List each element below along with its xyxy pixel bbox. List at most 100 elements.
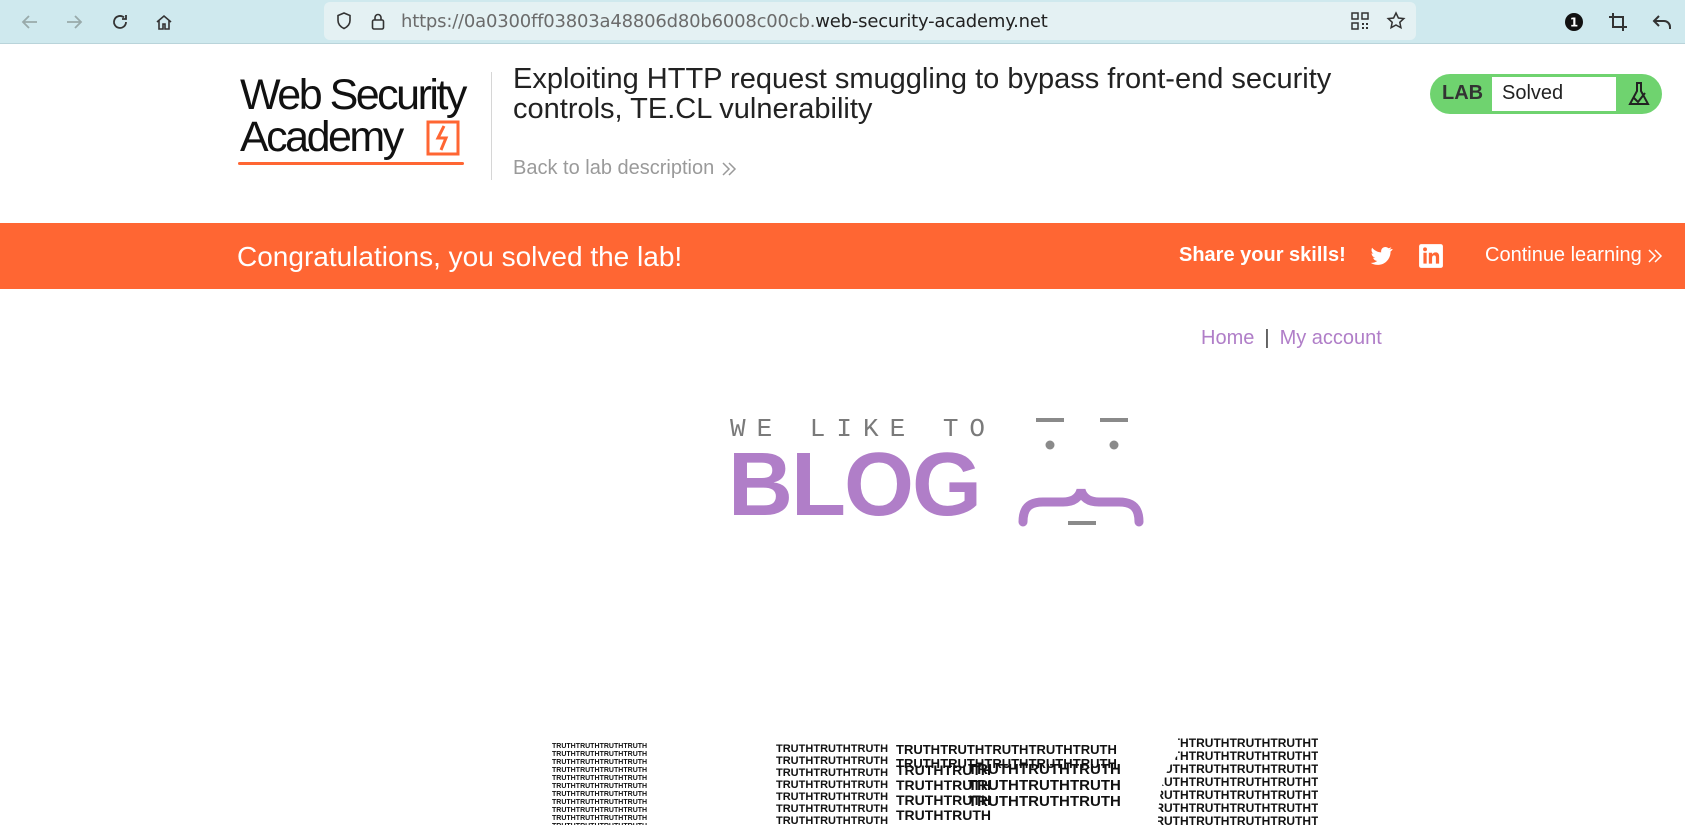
lab-title: Exploiting HTTP request smuggling to byp… (513, 63, 1332, 125)
truth-word: TRUTH (1270, 762, 1311, 776)
truth-word: TRUTH (851, 779, 888, 791)
truth-word: TRUTH (776, 767, 813, 779)
truth-word: TRUTH (851, 767, 888, 779)
truth-word: TRUTH (896, 742, 940, 757)
lab-status-value: Solved (1502, 82, 1564, 104)
truth-word: TRUTH (576, 759, 600, 766)
truth-word: TRUTH (600, 799, 624, 806)
truth-word: TRUTH (576, 815, 600, 822)
academy-flame-icon (426, 120, 460, 156)
truth-word: TRUTH (813, 743, 850, 755)
truth-word: TRUTH (1270, 814, 1311, 825)
extension-badge-icon[interactable]: 1 (1560, 8, 1588, 36)
truth-word: TRUTH (600, 791, 624, 798)
notification-count: 1 (1570, 16, 1578, 30)
truth-word: TRUTH (552, 791, 576, 798)
flask-icon (1628, 82, 1650, 105)
truth-word: TRUTH (1189, 788, 1230, 802)
truth-word: TRUTH (1270, 736, 1311, 750)
forward-arrow-icon[interactable] (60, 8, 88, 36)
truth-word: TRUTH (851, 815, 888, 825)
double-chevron-right-icon (722, 161, 737, 176)
truth-word: TRUTH (576, 791, 600, 798)
truth-word: TRUTH (623, 759, 647, 766)
truth-word: TRUTH (851, 755, 888, 767)
truth-word: TRUTH (600, 807, 624, 814)
truth-word: TRUTH (1270, 788, 1311, 802)
home-link[interactable]: Home (1201, 327, 1254, 349)
truth-word: TRUTH (576, 775, 600, 782)
truth-word: TRUTH (813, 779, 850, 791)
lab-tag: LAB (1442, 82, 1484, 104)
truth-word: TRUTH (600, 815, 624, 822)
home-icon[interactable] (150, 8, 178, 36)
twitter-icon[interactable] (1368, 243, 1394, 269)
truth-word: TRUTH (552, 751, 576, 758)
blog-post-image[interactable]: TRUTH TRUTH TRUTH TRUTH TRUTH TRUTH TRUTH TRUTH… (548, 735, 1338, 825)
truth-word: TRUTH (1189, 775, 1230, 789)
blog-wordmark: BLOG (728, 435, 982, 535)
bookmark-star-icon[interactable] (1386, 11, 1406, 31)
truth-word: TRUTH (1230, 762, 1271, 776)
truth-word: TRUTH (623, 743, 647, 750)
qr-code-icon[interactable] (1350, 11, 1370, 31)
truth-word: TRUTH (576, 743, 600, 750)
truth-word: TRUTH (576, 783, 600, 790)
truth-word: TRUTH (623, 791, 647, 798)
lab-header: Web Security Academy Exploiting HTTP req… (0, 44, 1685, 223)
linkedin-icon[interactable] (1418, 243, 1444, 269)
address-bar[interactable]: https://0a0300ff03803a48806d80b6008c00cb… (324, 2, 1416, 40)
truth-word: TRUTH (1070, 793, 1121, 810)
shield-icon[interactable] (334, 11, 354, 31)
truth-word: TRUTH (1230, 775, 1271, 789)
truth-word: TRUTH (1073, 742, 1117, 757)
back-arrow-icon[interactable] (16, 8, 44, 36)
continue-learning-link[interactable]: Continue learning (1485, 244, 1664, 267)
url-protocol-subdomain: https://0a0300ff03803a48806d80b6008c00cb… (401, 11, 816, 32)
back-to-lab-description-link[interactable]: Back to lab description (513, 157, 738, 180)
logo-underline (238, 162, 464, 165)
truth-word: TRUTH (984, 742, 1028, 757)
truth-word: TRUTH (896, 762, 943, 778)
truth-word: TRUTH (940, 742, 984, 757)
truth-word: TRUTH (600, 751, 624, 758)
truth-word: TRUTH (576, 807, 600, 814)
continue-learning-label: Continue learning (1485, 244, 1642, 266)
truth-word: TRUTH (1019, 793, 1070, 810)
truth-word: TRUTH (623, 775, 647, 782)
truth-word: TRUTH (576, 751, 600, 758)
my-account-link[interactable]: My account (1280, 327, 1382, 349)
lab-status-widget: LAB Solved (1430, 74, 1662, 114)
truth-word: TRUTH (552, 799, 576, 806)
truth-word: TRUTH (896, 807, 943, 823)
truth-word: TRUTH (600, 759, 624, 766)
truth-word: TRUTH (600, 767, 624, 774)
truth-word: TRUTH (851, 791, 888, 803)
header-divider (491, 72, 492, 180)
reload-icon[interactable] (106, 8, 134, 36)
truth-word: TRUTH (623, 815, 647, 822)
truth-word: TRUTH (1230, 788, 1271, 802)
truth-word: TRUTH (1230, 801, 1271, 815)
url-text[interactable]: https://0a0300ff03803a48806d80b6008c00cb… (401, 11, 1048, 32)
truth-word: TRUTH (813, 815, 850, 825)
truth-word: TRUTH (623, 783, 647, 790)
truth-word: TRUTH (623, 807, 647, 814)
logo-line-1: Web Security (240, 71, 467, 119)
congratulations-message: Congratulations, you solved the lab! (237, 241, 683, 272)
lock-icon[interactable] (368, 11, 388, 31)
truth-word: TRUTH (851, 803, 888, 815)
undo-arrow-icon[interactable] (1648, 8, 1676, 36)
truth-word: TRUTH (1270, 775, 1311, 789)
crop-icon[interactable] (1604, 8, 1632, 36)
truth-word: TRUTH (1029, 742, 1073, 757)
truth-word: TRUTH (552, 815, 576, 822)
browser-toolbar: https://0a0300ff03803a48806d80b6008c00cb… (0, 0, 1685, 44)
truth-word: TRUTH (968, 777, 1019, 794)
truth-word: TRUTH (776, 803, 813, 815)
truth-word: TRUTH (1070, 761, 1121, 778)
truth-word: TRUTH (576, 799, 600, 806)
truth-word: TRUTH (552, 783, 576, 790)
truth-word: TRUTH (1189, 736, 1230, 750)
web-security-academy-logo[interactable]: Web Security Academy (238, 72, 488, 168)
